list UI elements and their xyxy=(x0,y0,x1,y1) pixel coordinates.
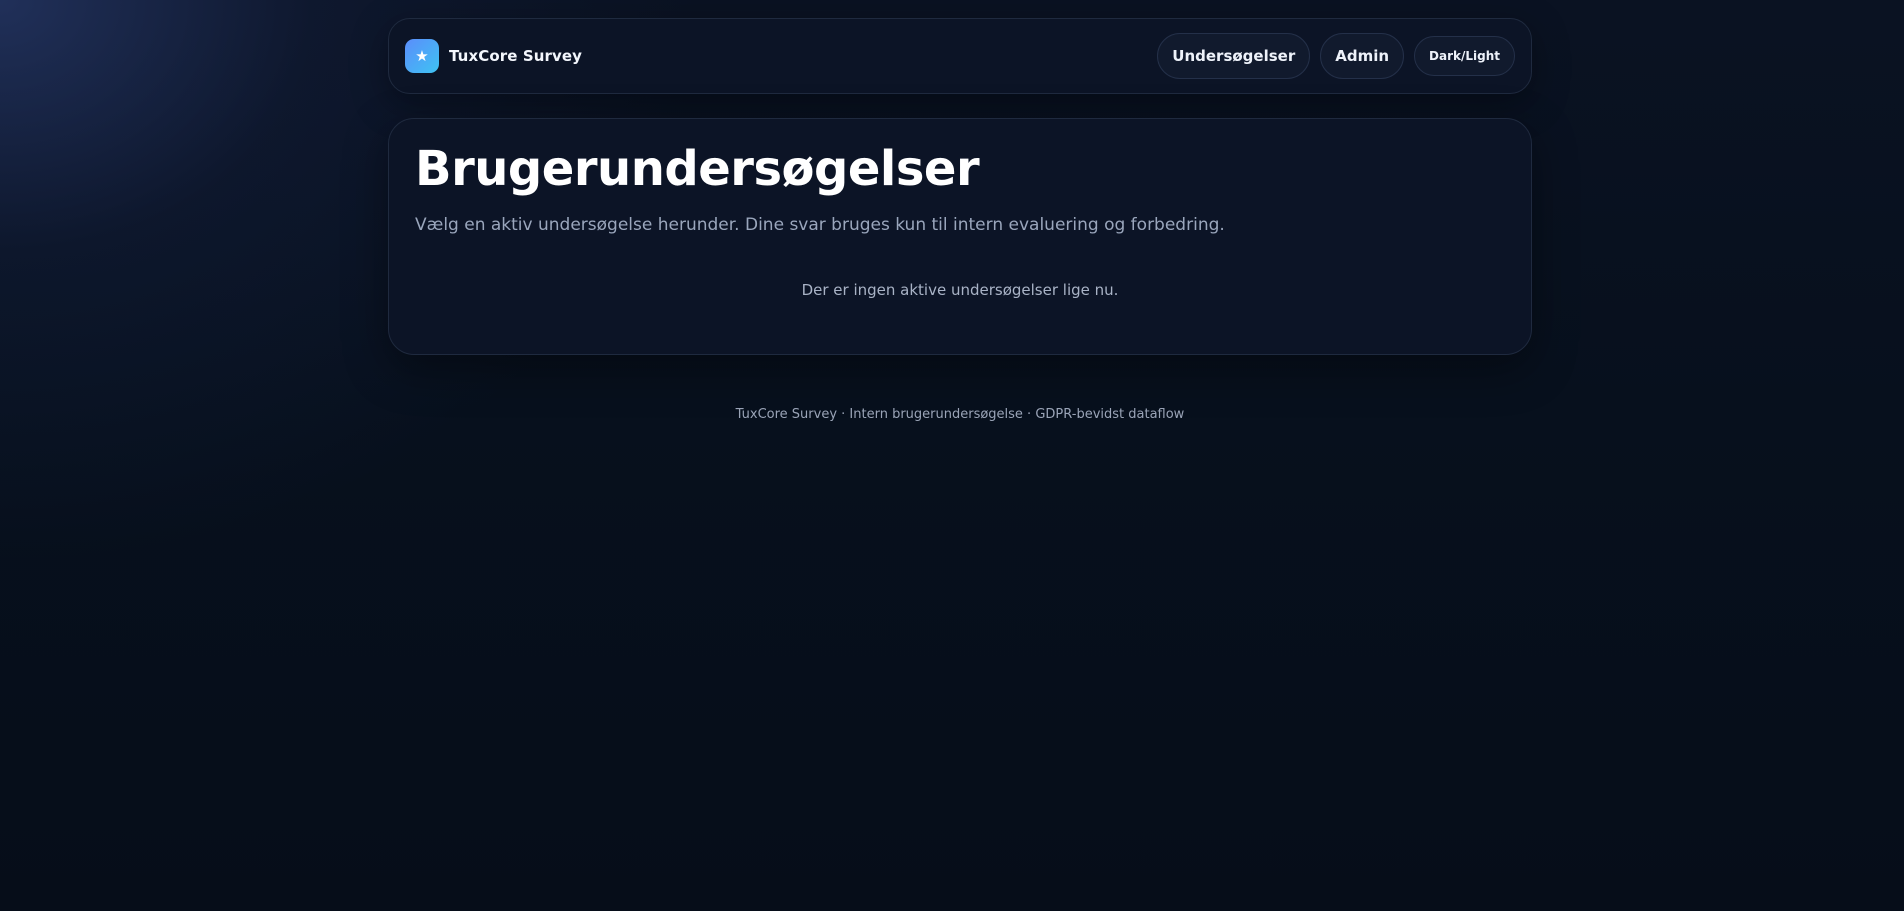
page-title: Brugerundersøgelser xyxy=(415,141,980,197)
top-navbar: ★ TuxCore Survey Undersøgelser Admin Dar… xyxy=(388,18,1532,94)
surveys-card: Brugerundersøgelser Vælg en aktiv unders… xyxy=(388,118,1532,355)
brand[interactable]: ★ TuxCore Survey xyxy=(405,39,582,73)
page-footer: TuxCore Survey · Intern brugerundersøgel… xyxy=(735,407,1185,422)
main-nav: Undersøgelser Admin Dark/Light xyxy=(1157,33,1515,79)
star-icon: ★ xyxy=(405,39,439,73)
nav-surveys-button[interactable]: Undersøgelser xyxy=(1157,33,1311,79)
empty-state-message: Der er ingen aktive undersøgelser lige n… xyxy=(801,280,1119,299)
page-subtitle: Vælg en aktiv undersøgelse herunder. Din… xyxy=(415,214,1225,235)
nav-admin-button[interactable]: Admin xyxy=(1320,33,1405,79)
brand-name: TuxCore Survey xyxy=(449,47,583,65)
theme-toggle-button[interactable]: Dark/Light xyxy=(1414,36,1515,76)
page-wrapper: ★ TuxCore Survey Undersøgelser Admin Dar… xyxy=(388,18,1532,422)
